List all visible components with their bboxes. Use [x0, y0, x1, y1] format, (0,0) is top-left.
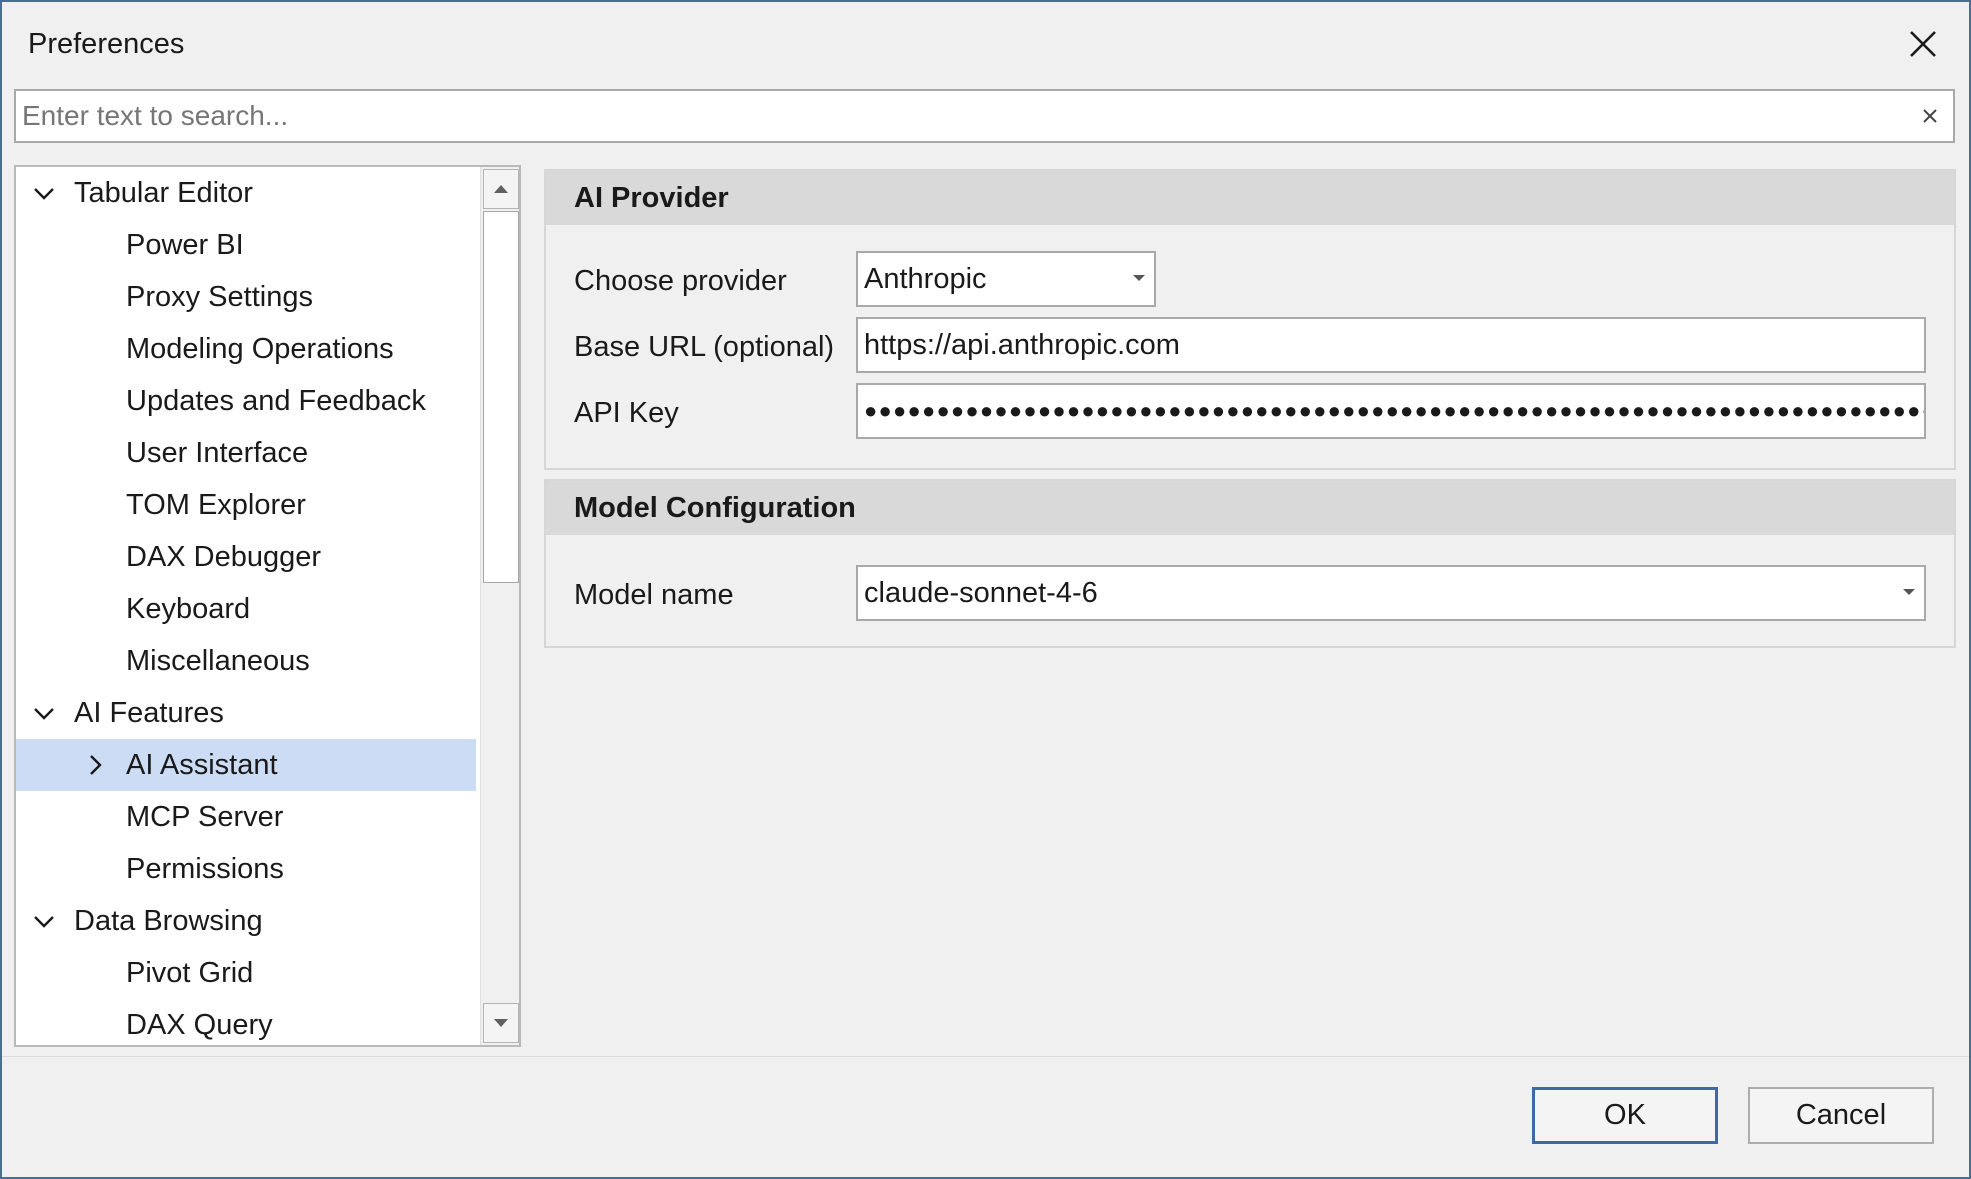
tree-item-tabular-editor[interactable]: Tabular Editor	[16, 167, 476, 219]
scroll-up-button[interactable]	[483, 169, 519, 209]
tree-item-data-browsing[interactable]: Data Browsing	[16, 895, 476, 947]
chevron-right-icon[interactable]	[83, 753, 107, 777]
choose-provider-label: Choose provider	[574, 265, 787, 297]
search-clear-button[interactable]	[1917, 103, 1943, 129]
model-name-combobox[interactable]: claude-sonnet-4-6	[856, 565, 1926, 621]
tree-scrollbar[interactable]	[480, 167, 519, 1045]
scroll-down-button[interactable]	[483, 1003, 519, 1043]
arrow-up-icon	[494, 185, 508, 193]
search-box	[14, 89, 1955, 143]
tree-item-label: User Interface	[126, 437, 309, 469]
tree-item-pivot-grid[interactable]: Pivot Grid	[16, 947, 476, 999]
tree-item-ai-assistant[interactable]: AI Assistant	[16, 739, 476, 791]
close-icon	[1910, 31, 1936, 57]
tree-item-label: Permissions	[126, 853, 284, 885]
tree-item-keyboard[interactable]: Keyboard	[16, 583, 476, 635]
chevron-down-icon	[1133, 275, 1145, 281]
tree-item-updates-and-feedback[interactable]: Updates and Feedback	[16, 375, 476, 427]
tree-item-miscellaneous[interactable]: Miscellaneous	[16, 635, 476, 687]
tree-item-modeling-operations[interactable]: Modeling Operations	[16, 323, 476, 375]
tree-list: Tabular Editor Power BI Proxy Settings Mode…	[16, 167, 476, 1045]
tree-item-label: DAX Query	[126, 1009, 273, 1041]
ai-provider-group: AI Provider Choose provider Anthropic Ba…	[544, 169, 1956, 470]
clear-icon	[1923, 109, 1937, 123]
tree-item-power-bi[interactable]: Power BI	[16, 219, 476, 271]
model-configuration-header: Model Configuration	[546, 481, 1954, 535]
model-name-value: claude-sonnet-4-6	[864, 577, 1098, 609]
base-url-input[interactable]: https://api.anthropic.com	[856, 317, 1926, 373]
base-url-value: https://api.anthropic.com	[864, 329, 1180, 361]
tree-item-label: Miscellaneous	[126, 645, 310, 677]
provider-dropdown[interactable]: Anthropic	[856, 251, 1156, 307]
chevron-down-icon[interactable]	[32, 181, 56, 205]
tree-item-label: Power BI	[126, 229, 244, 261]
tree-item-label: MCP Server	[126, 801, 284, 833]
tree-item-label: Proxy Settings	[126, 281, 313, 313]
tree-item-label: Modeling Operations	[126, 333, 394, 365]
model-name-label: Model name	[574, 579, 734, 611]
preferences-dialog: Preferences Tabular Editor Power BI Proxy …	[0, 0, 1971, 1179]
preferences-tree: Tabular Editor Power BI Proxy Settings Mode…	[14, 165, 521, 1047]
tree-item-tom-explorer[interactable]: TOM Explorer	[16, 479, 476, 531]
tree-item-label: Keyboard	[126, 593, 251, 625]
tree-item-label: AI Assistant	[126, 749, 278, 781]
provider-value: Anthropic	[864, 263, 987, 295]
tree-item-mcp-server[interactable]: MCP Server	[16, 791, 476, 843]
tree-item-label: TOM Explorer	[126, 489, 306, 521]
api-key-masked-value: ●●●●●●●●●●●●●●●●●●●●●●●●●●●●●●●●●●●●●●●●…	[864, 398, 1926, 423]
ok-button[interactable]: OK	[1532, 1087, 1718, 1144]
tree-item-permissions[interactable]: Permissions	[16, 843, 476, 895]
cancel-button[interactable]: Cancel	[1748, 1087, 1934, 1144]
tree-item-dax-query[interactable]: DAX Query	[16, 999, 476, 1045]
tree-item-label: Tabular Editor	[74, 177, 253, 209]
tree-item-label: Pivot Grid	[126, 957, 254, 989]
tree-item-label: DAX Debugger	[126, 541, 322, 573]
arrow-down-icon	[494, 1019, 508, 1027]
chevron-down-icon[interactable]	[32, 909, 56, 933]
tree-item-label: Updates and Feedback	[126, 385, 426, 417]
tree-item-label: AI Features	[74, 697, 224, 729]
tree-item-user-interface[interactable]: User Interface	[16, 427, 476, 479]
model-configuration-group: Model Configuration Model name claude-so…	[544, 479, 1956, 648]
footer-divider	[2, 1056, 1969, 1057]
tree-item-ai-features[interactable]: AI Features	[16, 687, 476, 739]
api-key-label: API Key	[574, 397, 679, 429]
ai-provider-header: AI Provider	[546, 171, 1954, 225]
close-button[interactable]	[1897, 18, 1949, 70]
dialog-title: Preferences	[28, 28, 185, 60]
chevron-down-icon	[1903, 589, 1915, 595]
tree-item-label: Data Browsing	[74, 905, 263, 937]
scroll-thumb[interactable]	[483, 211, 519, 583]
base-url-label: Base URL (optional)	[574, 331, 835, 363]
tree-item-proxy-settings[interactable]: Proxy Settings	[16, 271, 476, 323]
search-input[interactable]	[22, 95, 1892, 137]
title-bar: Preferences	[2, 2, 1969, 84]
tree-item-dax-debugger[interactable]: DAX Debugger	[16, 531, 476, 583]
api-key-input[interactable]: ●●●●●●●●●●●●●●●●●●●●●●●●●●●●●●●●●●●●●●●●…	[856, 383, 1926, 439]
chevron-down-icon[interactable]	[32, 701, 56, 725]
